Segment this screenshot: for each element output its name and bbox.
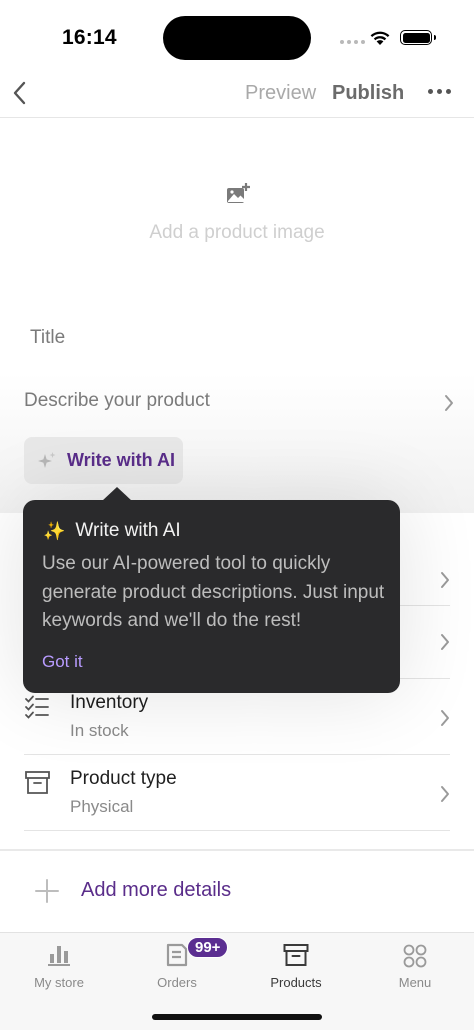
inventory-status: In stock [70,721,129,740]
product-type-value: Physical [70,797,134,816]
archive-box-icon [25,771,50,794]
plus-icon [35,879,59,903]
chevron-right-icon[interactable] [440,571,450,589]
orders-icon [166,943,188,967]
describe-product-row[interactable]: Describe your product [24,390,454,418]
tooltip-body: Use our AI-powered tool to quickly gener… [42,553,385,631]
chevron-left-icon [13,81,26,105]
inventory-title: Inventory [70,692,149,713]
archive-box-icon [283,944,309,966]
add-more-details-label: Add more details [81,879,232,901]
tab-menu[interactable]: Menu [356,933,474,1003]
add-image-label: Add a product image [149,222,325,243]
write-with-ai-button[interactable]: Write with AI [24,437,183,484]
tab-label: Products [270,975,322,990]
cellular-signal-icon [340,40,365,44]
section-divider [0,849,474,851]
publish-button[interactable]: Publish [332,82,404,105]
tooltip-arrow [102,487,132,501]
tab-label: Orders [157,975,197,990]
back-button[interactable] [6,76,32,110]
tab-label: Menu [398,975,432,990]
grid-menu-icon [403,944,427,968]
row-divider [24,830,450,831]
tab-products[interactable]: Products [237,933,355,1003]
wifi-icon [370,31,390,45]
sparkles-icon: ✨ [43,520,66,541]
chevron-right-icon [445,395,453,411]
chevron-right-icon [441,710,449,726]
got-it-button[interactable]: Got it [42,652,83,672]
tab-my-store[interactable]: My store [0,933,118,1003]
tooltip-title: ✨ Write with AI [43,520,181,542]
chevron-right-icon [441,786,449,802]
add-product-image[interactable]: Add a product image [0,119,474,309]
preview-button[interactable]: Preview [245,82,316,105]
checklist-icon [25,695,49,719]
sparkle-icon [38,451,56,468]
describe-label: Describe your product [24,390,210,411]
battery-icon [400,30,436,45]
orders-count-badge: 99+ [187,937,229,958]
write-with-ai-tooltip: ✨ Write with AI Use our AI-powered tool … [23,487,400,693]
chevron-right-icon[interactable] [440,633,450,651]
more-options-icon[interactable] [428,89,451,94]
title-input[interactable]: Title [30,327,450,353]
tab-label: My store [34,975,84,990]
product-type-row[interactable]: Product type Physical [0,755,474,831]
row-divider [400,605,450,606]
nav-bar: Preview Publish [0,72,474,118]
status-time: 16:14 [62,26,117,49]
tooltip-title-text: Write with AI [75,520,181,541]
add-more-details-button[interactable]: Add more details [0,862,474,920]
bar-chart-icon [48,946,70,966]
tab-orders[interactable]: 99+ Orders [118,933,236,1003]
dynamic-island [163,16,311,60]
home-indicator [152,1014,322,1020]
add-image-icon [227,183,250,203]
write-with-ai-label: Write with AI [67,450,175,470]
status-bar: 16:14 [0,0,474,72]
product-type-title: Product type [70,768,177,789]
